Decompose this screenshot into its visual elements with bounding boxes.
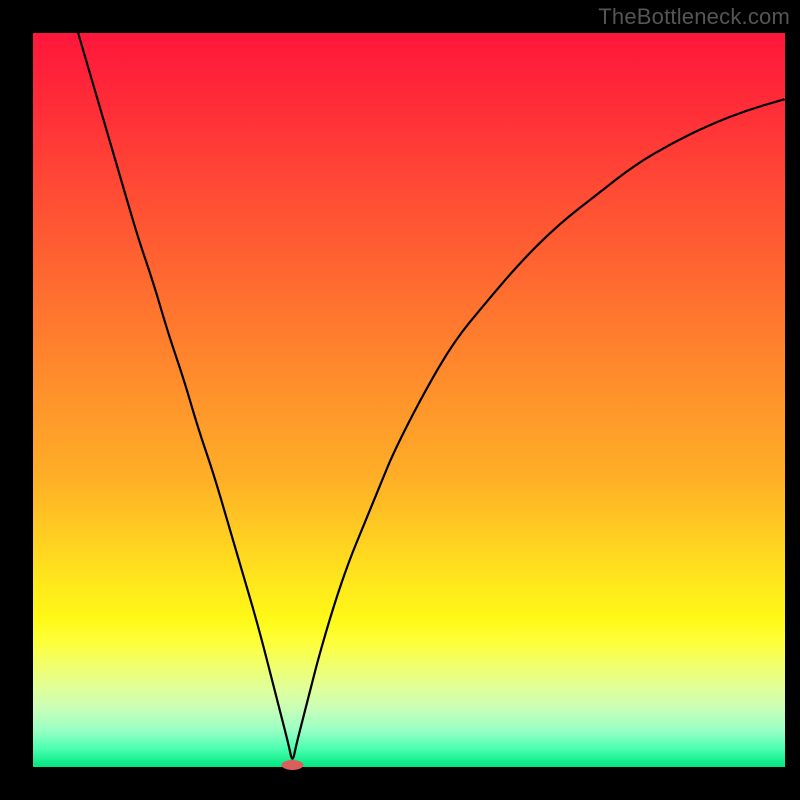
bottleneck-chart [0, 0, 800, 800]
chart-frame: TheBottleneck.com [0, 0, 800, 800]
watermark-text: TheBottleneck.com [598, 4, 790, 30]
minimum-marker [281, 760, 303, 770]
